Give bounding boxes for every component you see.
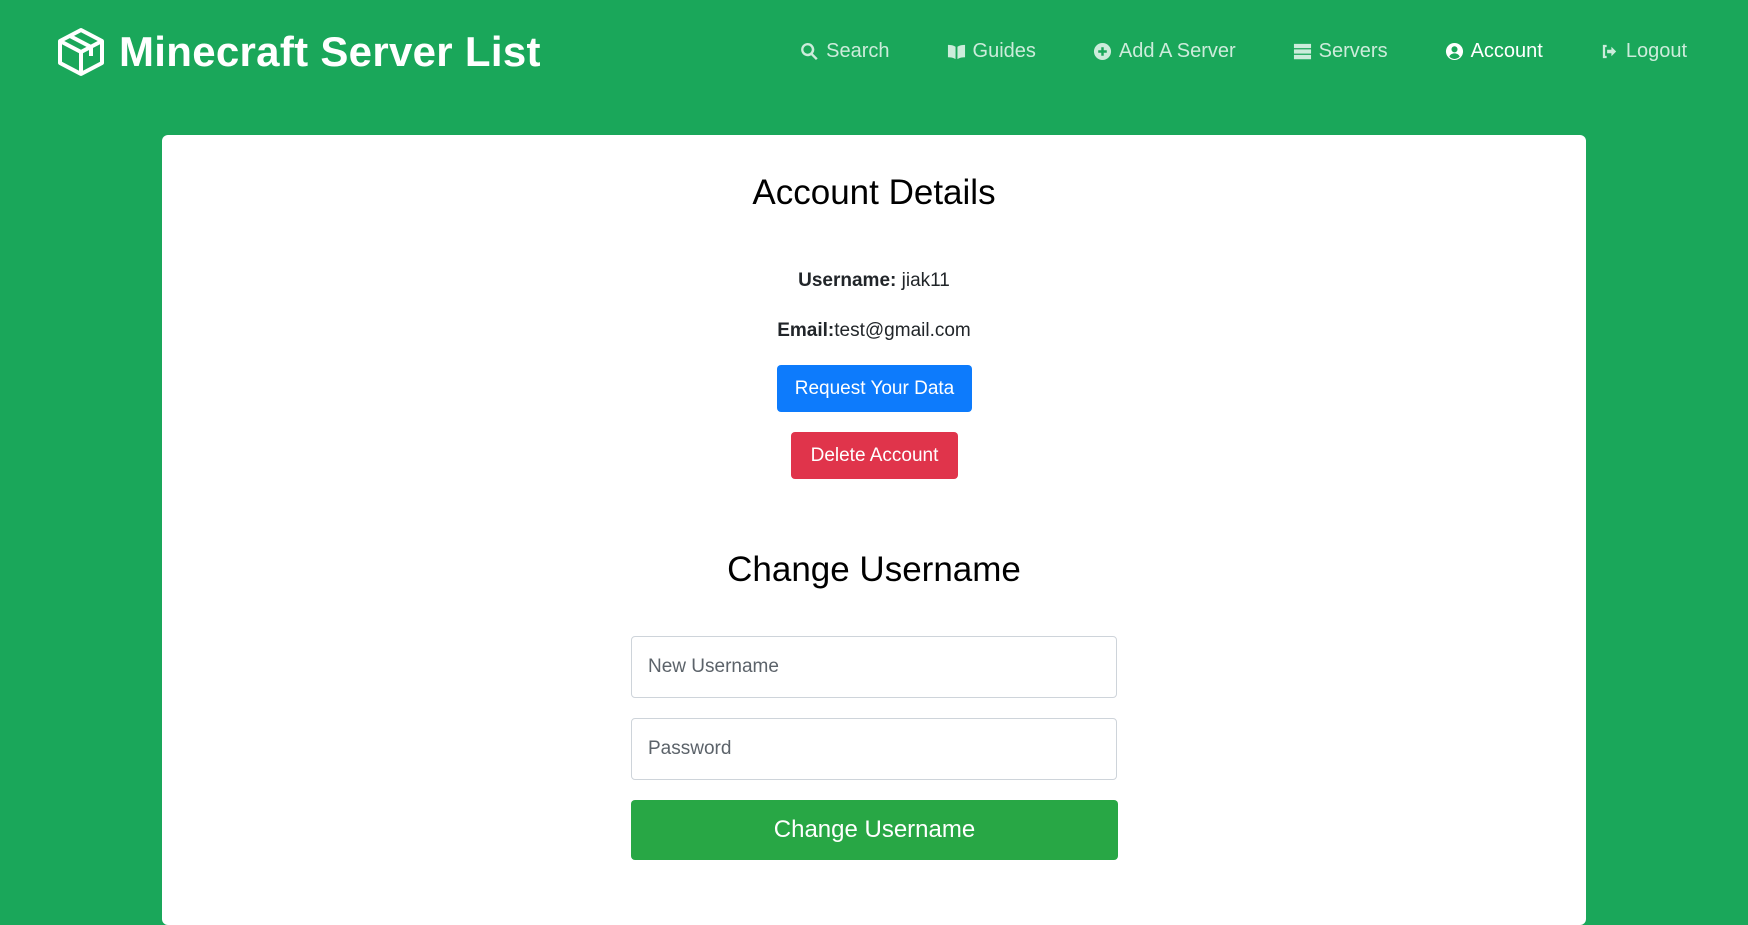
nav-search-label: Search <box>826 40 890 62</box>
search-icon <box>801 42 818 61</box>
brand-link[interactable]: Minecraft Server List <box>55 26 541 78</box>
sign-out-icon <box>1602 44 1616 59</box>
server-icon <box>1293 43 1311 60</box>
nav-servers[interactable]: Servers <box>1293 40 1388 63</box>
brand-title: Minecraft Server List <box>119 28 541 75</box>
email-value: test@gmail.com <box>834 320 971 341</box>
nav-search[interactable]: Search <box>800 40 890 63</box>
nav-account-label: Account <box>1470 40 1543 62</box>
change-username-button[interactable]: Change Username <box>631 800 1118 860</box>
cube-icon <box>58 28 104 76</box>
nav-servers-label: Servers <box>1318 40 1388 62</box>
book-icon <box>947 44 965 60</box>
username-value: jiak11 <box>896 270 950 291</box>
user-circle-icon <box>1445 42 1463 61</box>
navbar: Minecraft Server List Search Guides Add … <box>0 0 1748 105</box>
username-label: Username: <box>798 270 897 291</box>
account-details-title: Account Details <box>752 173 996 212</box>
nav-logout[interactable]: Logout <box>1600 40 1687 63</box>
new-username-input[interactable] <box>631 636 1117 698</box>
nav-guides-label: Guides <box>972 40 1036 62</box>
nav-guides[interactable]: Guides <box>947 40 1036 63</box>
nav-logout-label: Logout <box>1625 40 1687 62</box>
account-card: Account Details Username: jiak11 Email:t… <box>162 135 1586 925</box>
username-row: Username: jiak11 <box>162 270 1586 292</box>
email-label: Email: <box>777 320 835 341</box>
nav-account[interactable]: Account <box>1445 40 1543 63</box>
email-row: Email:test@gmail.com <box>162 320 1586 342</box>
request-data-button[interactable]: Request Your Data <box>777 365 972 412</box>
plus-circle-icon <box>1093 42 1111 61</box>
change-username-title: Change Username <box>727 550 1021 589</box>
delete-account-button[interactable]: Delete Account <box>791 432 958 479</box>
password-input[interactable] <box>631 718 1117 780</box>
main-nav: Search Guides Add A Server Servers Accou… <box>743 40 1687 63</box>
nav-add-server[interactable]: Add A Server <box>1093 40 1236 63</box>
nav-add-server-label: Add A Server <box>1118 40 1236 62</box>
